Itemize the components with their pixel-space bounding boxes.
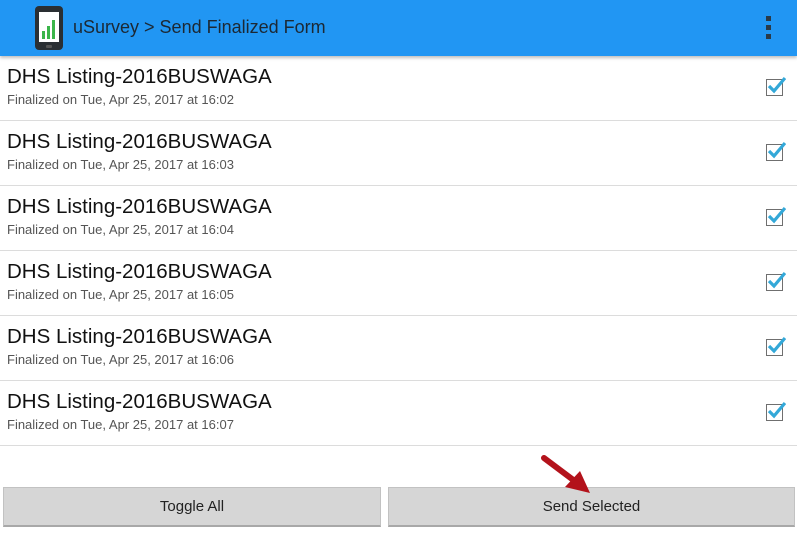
checkmark-icon: [767, 271, 786, 289]
form-title: DHS Listing-2016BUSWAGA: [7, 390, 272, 413]
form-title: DHS Listing-2016BUSWAGA: [7, 325, 272, 348]
form-finalized-date: Finalized on Tue, Apr 25, 2017 at 16:05: [7, 287, 234, 302]
checkmark-icon: [767, 401, 786, 419]
form-select-checkbox[interactable]: [766, 401, 786, 421]
form-list-item[interactable]: DHS Listing-2016BUSWAGA Finalized on Tue…: [0, 186, 797, 251]
form-title: DHS Listing-2016BUSWAGA: [7, 65, 272, 88]
action-bar: Toggle All Send Selected: [0, 487, 797, 527]
form-finalized-date: Finalized on Tue, Apr 25, 2017 at 16:03: [7, 157, 234, 172]
checkmark-icon: [767, 76, 786, 94]
pointer-arrow-icon: [541, 455, 590, 493]
form-finalized-date: Finalized on Tue, Apr 25, 2017 at 16:04: [7, 222, 234, 237]
phone-chart-icon: [35, 6, 63, 50]
form-list-item[interactable]: DHS Listing-2016BUSWAGA Finalized on Tue…: [0, 121, 797, 186]
form-title: DHS Listing-2016BUSWAGA: [7, 130, 272, 153]
app-bar: uSurvey > Send Finalized Form: [0, 0, 797, 56]
checkmark-icon: [767, 336, 786, 354]
form-title: DHS Listing-2016BUSWAGA: [7, 260, 272, 283]
overflow-menu-icon[interactable]: [760, 14, 776, 42]
form-finalized-date: Finalized on Tue, Apr 25, 2017 at 16:07: [7, 417, 234, 432]
form-list-item[interactable]: DHS Listing-2016BUSWAGA Finalized on Tue…: [0, 316, 797, 381]
toggle-all-button[interactable]: Toggle All: [3, 487, 381, 527]
form-finalized-date: Finalized on Tue, Apr 25, 2017 at 16:06: [7, 352, 234, 367]
form-list-item[interactable]: DHS Listing-2016BUSWAGA Finalized on Tue…: [0, 381, 797, 446]
form-select-checkbox[interactable]: [766, 76, 786, 96]
form-finalized-date: Finalized on Tue, Apr 25, 2017 at 16:02: [7, 92, 234, 107]
checkmark-icon: [767, 206, 786, 224]
checkmark-icon: [767, 141, 786, 159]
form-list-item[interactable]: DHS Listing-2016BUSWAGA Finalized on Tue…: [0, 251, 797, 316]
page-title: uSurvey > Send Finalized Form: [73, 17, 326, 37]
form-select-checkbox[interactable]: [766, 206, 786, 226]
form-title: DHS Listing-2016BUSWAGA: [7, 195, 272, 218]
form-select-checkbox[interactable]: [766, 336, 786, 356]
form-select-checkbox[interactable]: [766, 141, 786, 161]
finalized-form-list: DHS Listing-2016BUSWAGA Finalized on Tue…: [0, 56, 797, 446]
form-select-checkbox[interactable]: [766, 271, 786, 291]
form-list-item[interactable]: DHS Listing-2016BUSWAGA Finalized on Tue…: [0, 56, 797, 121]
